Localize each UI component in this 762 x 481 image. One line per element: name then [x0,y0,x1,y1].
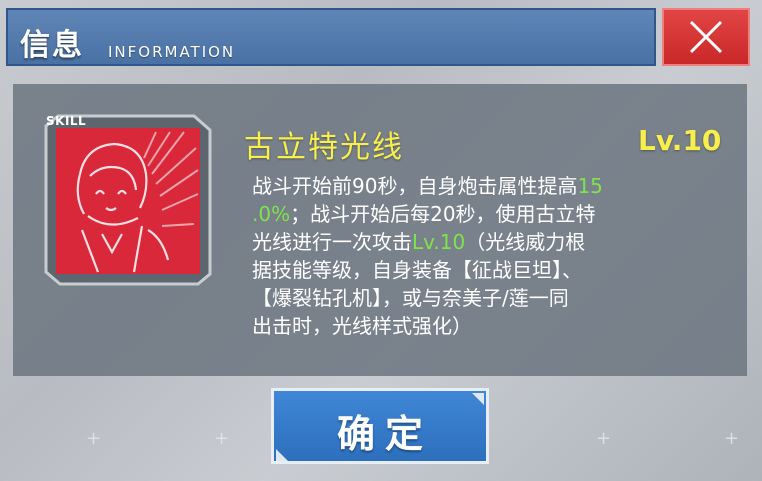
header-subtitle: INFORMATION [108,43,236,61]
close-button[interactable] [662,8,750,66]
corner-notch-icon [472,393,484,405]
skill-tag: SKILL [46,114,87,128]
skill-name: 古立特光线 [244,130,404,165]
highlight-value: Lv.10 [412,230,466,254]
bg-decoration: + [86,428,102,449]
skill-level: Lv.10 [638,124,722,157]
description-text: 出击时，光线样式强化） [252,314,472,338]
confirm-button-label: 确定 [336,411,433,456]
header-title: 信息 [20,28,84,63]
corner-notch-icon [276,449,288,461]
description-line: .0%；战斗开始后每20秒，使用古立特 [252,200,712,228]
bg-decoration: + [596,428,612,449]
skill-portrait-icon [44,114,212,286]
skill-description: 战斗开始前90秒，自身炮击属性提高15.0%；战斗开始后每20秒，使用古立特 光线… [252,172,712,340]
highlight-value: 15 [577,174,603,198]
description-line: 据技能等级，自身装备【征战巨坦】、 [252,256,712,284]
description-line: 光线进行一次攻击Lv.10（光线威力根 [252,228,712,256]
description-line: 【爆裂钻孔机】，或与奈美子/莲一同 [252,284,712,312]
description-text: （光线威力根 [465,230,586,254]
description-line: 出击时，光线样式强化） [252,312,712,340]
description-text: ；战斗开始后每20秒，使用古立特 [290,202,596,226]
description-text: 光线进行一次攻击 [252,230,412,254]
highlight-value: .0% [252,202,291,226]
bg-decoration: + [724,428,740,449]
description-line: 战斗开始前90秒，自身炮击属性提高15 [252,172,712,200]
info-header-bar: 信息 INFORMATION [6,8,656,66]
description-text: 据技能等级，自身装备【征战巨坦】、 [252,258,582,282]
description-text: 战斗开始前90秒，自身炮击属性提高 [252,174,578,198]
close-icon [689,20,723,54]
description-text: 【爆裂钻孔机】，或与奈美子/莲一同 [252,286,569,310]
confirm-button[interactable]: 确定 [271,388,489,464]
bg-decoration: + [214,428,230,449]
